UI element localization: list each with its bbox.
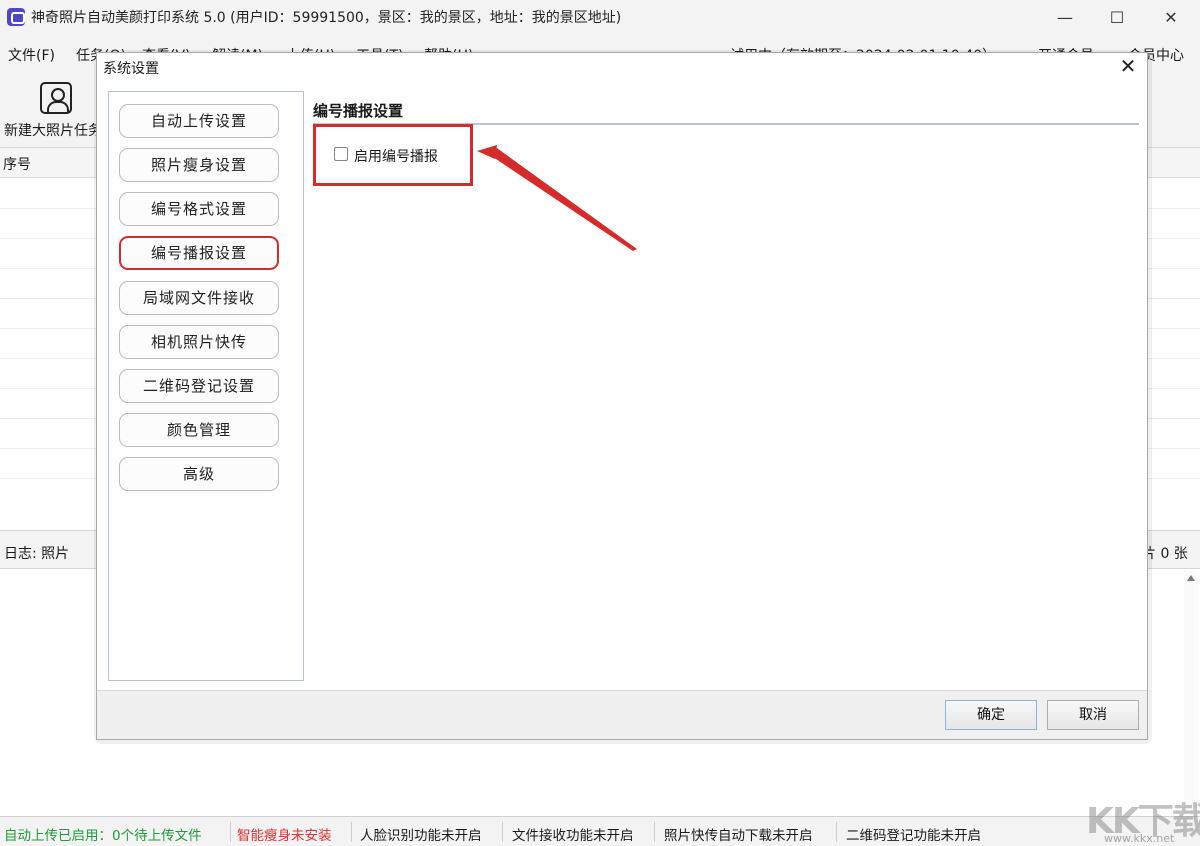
dialog-title: 系统设置 bbox=[103, 58, 159, 78]
statusbar: 自动上传已启用：0个待上传文件 智能瘦身未安装 人脸识别功能未开启 文件接收功能… bbox=[0, 816, 1200, 846]
window-titlebar: 神奇照片自动美颜打印系统 5.0 (用户ID：59991500，景区：我的景区，… bbox=[0, 0, 1200, 34]
status-face-recognition: 人脸识别功能未开启 bbox=[360, 824, 482, 844]
nav-color-management[interactable]: 颜色管理 bbox=[119, 413, 279, 447]
nav-auto-upload[interactable]: 自动上传设置 bbox=[119, 104, 279, 138]
enable-broadcast-label[interactable]: 启用编号播报 bbox=[354, 146, 438, 166]
annotation-arrow-shaft bbox=[493, 146, 637, 251]
maximize-button[interactable]: ☐ bbox=[1090, 0, 1144, 34]
nav-camera-transfer[interactable]: 相机照片快传 bbox=[119, 325, 279, 359]
status-divider bbox=[654, 822, 655, 842]
close-icon[interactable]: ✕ bbox=[1113, 53, 1143, 81]
status-divider bbox=[351, 822, 352, 842]
nav-number-broadcast[interactable]: 编号播报设置 bbox=[119, 236, 279, 270]
annotation-arrow-head bbox=[477, 145, 497, 159]
enable-broadcast-checkbox[interactable] bbox=[334, 147, 348, 161]
new-task-button[interactable]: 新建大照片任务 bbox=[4, 120, 102, 140]
settings-dialog: 系统设置 ✕ 自动上传设置 照片瘦身设置 编号格式设置 编号播报设置 局域网文件… bbox=[96, 52, 1148, 740]
log-label: 日志: 照片 bbox=[4, 543, 69, 563]
nav-qrcode-register[interactable]: 二维码登记设置 bbox=[119, 369, 279, 403]
app-logo-icon bbox=[7, 8, 25, 26]
menu-file[interactable]: 文件(F) bbox=[8, 45, 55, 65]
status-divider bbox=[230, 822, 231, 842]
cancel-button[interactable]: 取消 bbox=[1047, 700, 1139, 730]
window-title: 神奇照片自动美颜打印系统 5.0 (用户ID：59991500，景区：我的景区，… bbox=[31, 7, 621, 27]
section-title: 编号播报设置 bbox=[313, 100, 403, 121]
status-file-receive: 文件接收功能未开启 bbox=[512, 824, 634, 844]
watermark-url: www.kkx.net bbox=[1104, 832, 1174, 845]
user-portrait-icon[interactable] bbox=[40, 82, 72, 114]
nav-number-format[interactable]: 编号格式设置 bbox=[119, 192, 279, 226]
nav-lan-receive[interactable]: 局域网文件接收 bbox=[119, 281, 279, 315]
column-header-seq[interactable]: 序号 bbox=[3, 154, 31, 174]
dialog-titlebar: 系统设置 ✕ bbox=[97, 53, 1147, 81]
minimize-button[interactable]: — bbox=[1038, 0, 1092, 34]
status-qrcode: 二维码登记功能未开启 bbox=[846, 824, 981, 844]
close-window-button[interactable]: ✕ bbox=[1144, 0, 1198, 34]
settings-nav: 自动上传设置 照片瘦身设置 编号格式设置 编号播报设置 局域网文件接收 相机照片… bbox=[108, 91, 304, 681]
log-scrollbar[interactable] bbox=[1184, 571, 1198, 815]
nav-photo-slim[interactable]: 照片瘦身设置 bbox=[119, 148, 279, 182]
status-divider bbox=[836, 822, 837, 842]
status-quick-transfer: 照片快传自动下载未开启 bbox=[664, 824, 813, 844]
nav-advanced[interactable]: 高级 bbox=[119, 457, 279, 491]
status-auto-upload: 自动上传已启用：0个待上传文件 bbox=[4, 824, 202, 844]
status-slim: 智能瘦身未安装 bbox=[237, 824, 332, 844]
ok-button[interactable]: 确定 bbox=[945, 700, 1037, 730]
status-divider bbox=[502, 822, 503, 842]
scroll-up-arrow-icon[interactable] bbox=[1187, 575, 1195, 581]
dialog-footer: 确定 取消 bbox=[97, 691, 1147, 739]
